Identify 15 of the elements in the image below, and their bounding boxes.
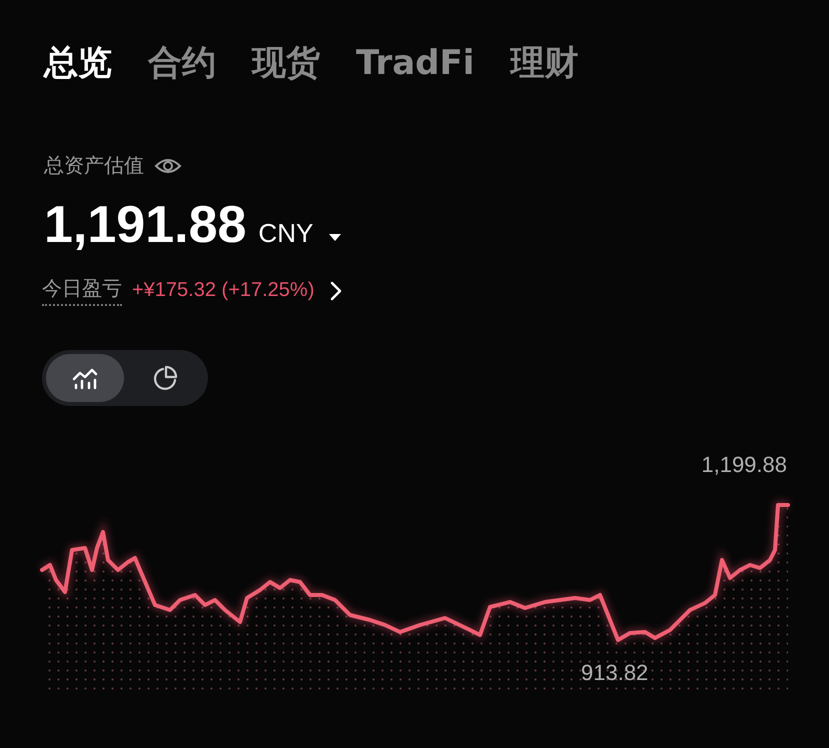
tab[interactable]: 理财 <box>510 40 578 86</box>
currency-label[interactable]: CNY <box>258 218 314 249</box>
tab[interactable]: TradFi <box>356 40 474 86</box>
tab[interactable]: 现货 <box>252 40 320 86</box>
view-toggle-option[interactable] <box>46 354 124 402</box>
pnl-label: 今日盈亏 <box>42 275 122 306</box>
caret-icon[interactable] <box>329 234 342 242</box>
asset-amount: 1,191.88 <box>44 195 246 255</box>
asset-label: 总资产估值 <box>44 152 144 179</box>
pnl-value: +¥175.32 (+17.25%) <box>132 279 314 302</box>
max-value-label: 1,199.88 <box>701 452 787 478</box>
tab[interactable]: 合约 <box>148 40 216 86</box>
tab[interactable]: 总览 <box>44 40 112 86</box>
chevron-right-icon[interactable] <box>330 280 342 300</box>
min-value-label: 913.82 <box>581 660 648 686</box>
